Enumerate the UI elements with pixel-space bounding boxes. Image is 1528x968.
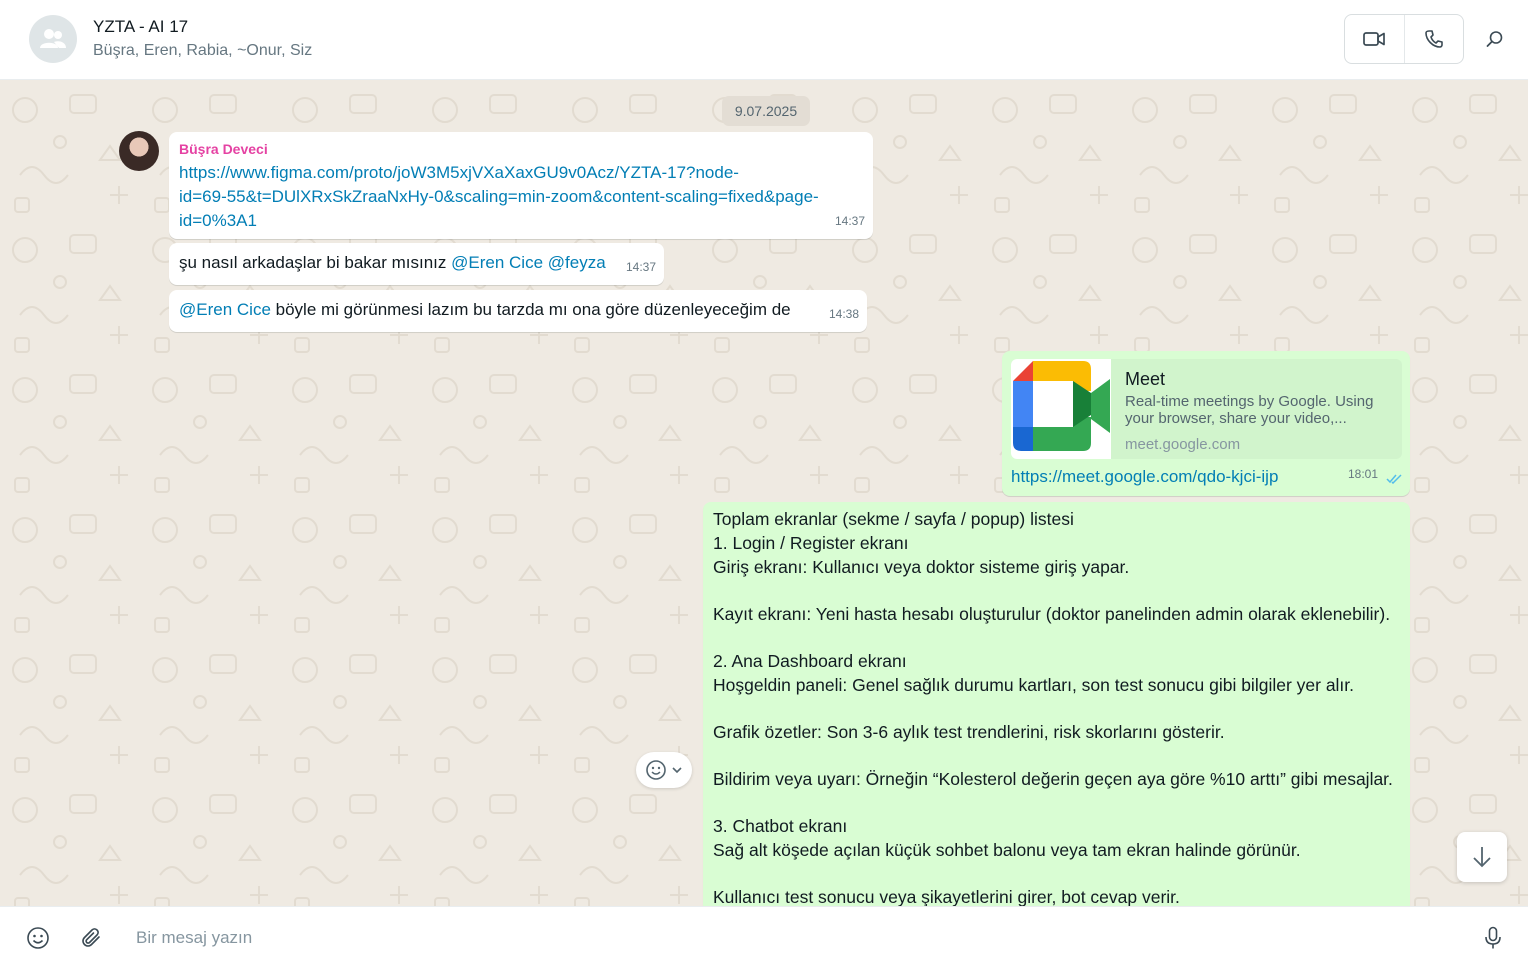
- link-preview-card[interactable]: Meet Real-time meetings by Google. Using…: [1011, 359, 1402, 459]
- incoming-message[interactable]: @Eren Cice böyle mi görünmesi lazım bu t…: [169, 290, 867, 332]
- voice-message-button[interactable]: [1476, 921, 1510, 955]
- emoji-button[interactable]: [21, 921, 55, 955]
- search-button[interactable]: [1478, 22, 1512, 56]
- search-icon: [1486, 31, 1503, 47]
- voice-call-button[interactable]: [1403, 15, 1463, 63]
- message-time: 14:37: [625, 260, 656, 274]
- video-camera-icon: [1363, 32, 1386, 46]
- react-button[interactable]: [636, 752, 692, 788]
- sender-avatar[interactable]: [119, 131, 159, 171]
- mention-link[interactable]: @Eren Cice: [179, 300, 271, 319]
- message-link[interactable]: https://www.figma.com/proto/joW3M5xjVXaX…: [179, 161, 863, 233]
- sender-name[interactable]: Büşra Deveci: [179, 140, 863, 158]
- emoji-icon: [646, 760, 666, 780]
- attach-button[interactable]: [75, 921, 109, 955]
- message-text: böyle mi görünmesi lazım bu tarzda mı on…: [275, 300, 791, 319]
- scroll-to-bottom-button[interactable]: [1457, 832, 1507, 882]
- outgoing-message[interactable]: Meet Real-time meetings by Google. Using…: [1002, 351, 1410, 496]
- message-text: Toplam ekranlar (sekme / sayfa / popup) …: [713, 509, 1393, 906]
- microphone-icon: [1485, 926, 1501, 949]
- double-check-icon: [1386, 474, 1402, 484]
- chat-area[interactable]: 9.07.2025 Büşra Deveci https://www.figma…: [0, 80, 1528, 906]
- message-time: 14:38: [828, 307, 859, 321]
- message-link[interactable]: https://meet.google.com/qdo-kjci-ijp: [1011, 465, 1278, 489]
- phone-icon: [1425, 30, 1443, 48]
- group-avatar[interactable]: [29, 15, 77, 63]
- outgoing-message[interactable]: Toplam ekranlar (sekme / sayfa / popup) …: [703, 502, 1410, 906]
- arrow-down-icon: [1473, 847, 1491, 868]
- preview-description: Real-time meetings by Google. Using your…: [1125, 393, 1374, 427]
- meet-logo: [1011, 359, 1111, 459]
- message-time: 14:37: [834, 214, 865, 228]
- mention-link[interactable]: @feyza: [548, 253, 606, 272]
- chevron-down-icon: [672, 767, 682, 774]
- incoming-message[interactable]: şu nasıl arkadaşlar bi bakar mısınız @Er…: [169, 243, 664, 285]
- message-input[interactable]: [136, 921, 1456, 955]
- call-controls: [1344, 14, 1464, 64]
- chat-members[interactable]: Büşra, Eren, Rabia, ~Onur, Siz: [93, 42, 312, 60]
- message-time: 18:01: [1347, 467, 1378, 481]
- chat-title[interactable]: YZTA - AI 17: [93, 17, 188, 37]
- message-composer: [0, 906, 1528, 968]
- message-text: şu nasıl arkadaşlar bi bakar mısınız: [179, 253, 447, 272]
- google-meet-icon: [1013, 361, 1110, 451]
- preview-title: Meet: [1125, 369, 1166, 389]
- mention-link[interactable]: @Eren Cice: [451, 253, 543, 272]
- video-call-button[interactable]: [1345, 15, 1404, 63]
- preview-domain: meet.google.com: [1125, 436, 1241, 453]
- chat-header[interactable]: YZTA - AI 17 Büşra, Eren, Rabia, ~Onur, …: [0, 0, 1528, 80]
- date-separator: 9.07.2025: [722, 96, 810, 126]
- incoming-message[interactable]: Büşra Deveci https://www.figma.com/proto…: [169, 132, 873, 239]
- paperclip-icon: [82, 928, 100, 947]
- emoji-icon: [27, 927, 49, 949]
- group-icon: [40, 29, 66, 48]
